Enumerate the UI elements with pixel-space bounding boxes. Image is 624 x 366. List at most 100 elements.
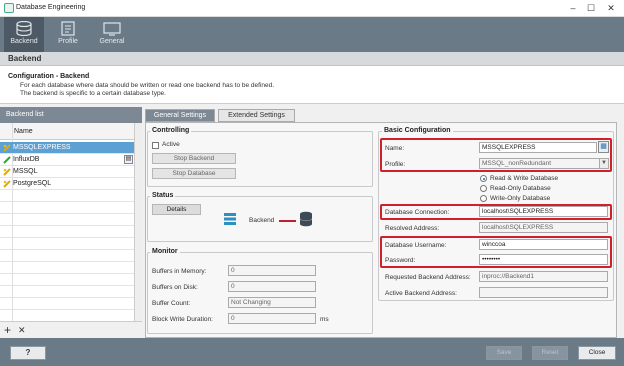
connection-icon bbox=[3, 180, 11, 188]
description-line-2: The backend is specific to a certain dat… bbox=[20, 90, 166, 97]
backend-list-scrollbar[interactable] bbox=[134, 123, 142, 321]
minimize-icon[interactable]: – bbox=[566, 2, 580, 14]
read-write-radio[interactable] bbox=[480, 175, 487, 182]
backend-name: PostgreSQL bbox=[13, 180, 52, 187]
db-connection-label: Database Connection: bbox=[385, 209, 450, 216]
username-label: Database Username: bbox=[385, 242, 447, 249]
description-title: Configuration - Backend bbox=[8, 73, 90, 80]
backend-list-title: Backend list bbox=[6, 111, 44, 118]
backend-row-mssql[interactable]: MSSQL bbox=[0, 166, 134, 178]
profile-icon bbox=[61, 21, 75, 36]
active-address-field[interactable] bbox=[479, 287, 608, 298]
backend-name: InfluxDB bbox=[13, 156, 40, 163]
toolbar-profile-label: Profile bbox=[58, 38, 78, 45]
block-write-label: Block Write Duration: bbox=[152, 316, 213, 323]
close-window-icon[interactable]: ✕ bbox=[604, 2, 618, 14]
toolbar-backend-button[interactable]: Backend bbox=[4, 17, 44, 52]
backend-name: MSSQLEXPRESS bbox=[13, 144, 71, 151]
stop-database-button[interactable]: Stop Database bbox=[152, 168, 236, 179]
tab-general-settings[interactable]: General Settings bbox=[145, 109, 215, 122]
toolbar-general-button[interactable]: General bbox=[92, 17, 132, 52]
backend-row-postgresql[interactable]: PostgreSQL bbox=[0, 178, 134, 190]
toolbar-general-label: General bbox=[99, 38, 125, 45]
connection-line bbox=[279, 220, 296, 222]
monitor-title: Monitor bbox=[150, 248, 180, 255]
database-icon bbox=[299, 211, 313, 227]
title-bar: Database Engineering – ☐ ✕ bbox=[0, 0, 624, 17]
empty-row bbox=[0, 214, 134, 226]
password-label: Password: bbox=[385, 257, 416, 264]
tab-extended-settings[interactable]: Extended Settings bbox=[218, 109, 295, 122]
section-title: Backend bbox=[8, 54, 42, 63]
help-button[interactable]: ? bbox=[10, 346, 46, 360]
backend-list-footer: + ✕ bbox=[0, 321, 142, 338]
window-title: Database Engineering bbox=[16, 4, 86, 11]
buffers-memory-field[interactable]: 0 bbox=[228, 265, 316, 276]
basic-configuration-title: Basic Configuration bbox=[382, 127, 453, 134]
empty-row bbox=[0, 190, 134, 202]
requested-address-label: Requested Backend Address: bbox=[385, 274, 471, 281]
maximize-icon[interactable]: ☐ bbox=[584, 2, 598, 14]
details-button[interactable]: Details bbox=[152, 204, 201, 215]
connection-icon bbox=[3, 168, 11, 176]
column-name-label: Name bbox=[14, 128, 33, 135]
buffers-disk-field[interactable]: 0 bbox=[228, 281, 316, 292]
backend-name: MSSQL bbox=[13, 168, 38, 175]
add-backend-icon[interactable]: + bbox=[4, 323, 11, 337]
block-write-field[interactable]: 0 bbox=[228, 313, 316, 324]
username-field[interactable]: winccoa bbox=[479, 239, 608, 250]
read-only-radio[interactable] bbox=[480, 185, 487, 192]
write-only-radio[interactable] bbox=[480, 195, 487, 202]
section-header: Backend bbox=[0, 52, 624, 66]
password-field[interactable]: •••••••• bbox=[479, 254, 608, 265]
empty-row bbox=[0, 274, 134, 286]
profile-select[interactable]: MSSQL_nonRedundant bbox=[479, 158, 600, 169]
description-panel: Configuration - Backend For each databas… bbox=[0, 66, 624, 104]
name-config-icon[interactable]: ▦ bbox=[598, 141, 609, 153]
write-only-label: Write-Only Database bbox=[490, 195, 551, 202]
general-icon bbox=[103, 22, 121, 36]
requested-address-field[interactable]: inproc://Backend1 bbox=[479, 271, 608, 282]
empty-row bbox=[0, 262, 134, 274]
name-label: Name: bbox=[385, 145, 405, 152]
connected-icon bbox=[3, 156, 11, 164]
backend-row-mssqlexpress[interactable]: MSSQLEXPRESS bbox=[0, 142, 134, 154]
bottom-bar bbox=[0, 338, 624, 366]
stop-backend-button[interactable]: Stop Backend bbox=[152, 153, 236, 164]
reset-button[interactable]: Reset bbox=[532, 346, 568, 360]
backend-list-column-header: Name bbox=[0, 123, 142, 140]
backend-icon bbox=[16, 21, 32, 36]
empty-row bbox=[0, 238, 134, 250]
active-checkbox[interactable] bbox=[152, 142, 159, 149]
backend-status-label: Backend bbox=[249, 217, 275, 224]
close-button[interactable]: Close bbox=[578, 346, 616, 360]
status-title: Status bbox=[150, 192, 176, 199]
server-icon bbox=[224, 213, 236, 225]
db-config-icon[interactable]: ▤ bbox=[124, 155, 133, 164]
buffers-memory-label: Buffers in Memory: bbox=[152, 268, 207, 275]
block-write-unit: ms bbox=[320, 316, 329, 323]
controlling-title: Controlling bbox=[150, 127, 192, 134]
empty-row bbox=[0, 202, 134, 214]
backend-list-header: Backend list bbox=[0, 107, 142, 123]
empty-row bbox=[0, 226, 134, 238]
resolved-address-field[interactable]: localhost\SQLEXPRESS bbox=[479, 222, 608, 233]
active-address-label: Active Backend Address: bbox=[385, 290, 457, 297]
read-only-label: Read-Only Database bbox=[490, 185, 551, 192]
db-connection-field[interactable]: localhost\SQLEXPRESS bbox=[479, 206, 608, 217]
chevron-down-icon[interactable]: ▼ bbox=[599, 158, 609, 169]
description-line-1: For each database where data should be w… bbox=[20, 82, 275, 89]
delete-backend-icon[interactable]: ✕ bbox=[18, 325, 26, 336]
buffer-count-label: Buffer Count: bbox=[152, 300, 191, 307]
empty-row bbox=[0, 298, 134, 310]
toolbar-profile-button[interactable]: Profile bbox=[48, 17, 88, 52]
save-button[interactable]: Save bbox=[486, 346, 522, 360]
resolved-address-label: Resolved Address: bbox=[385, 225, 440, 232]
empty-row bbox=[0, 250, 134, 262]
backend-row-influxdb[interactable]: InfluxDB bbox=[0, 154, 134, 166]
buffer-count-field[interactable]: Not Changing bbox=[228, 297, 316, 308]
profile-label: Profile: bbox=[385, 161, 406, 168]
empty-row bbox=[0, 286, 134, 298]
name-field[interactable]: MSSQLEXPRESS bbox=[479, 142, 597, 153]
buffers-disk-label: Buffers on Disk: bbox=[152, 284, 198, 291]
